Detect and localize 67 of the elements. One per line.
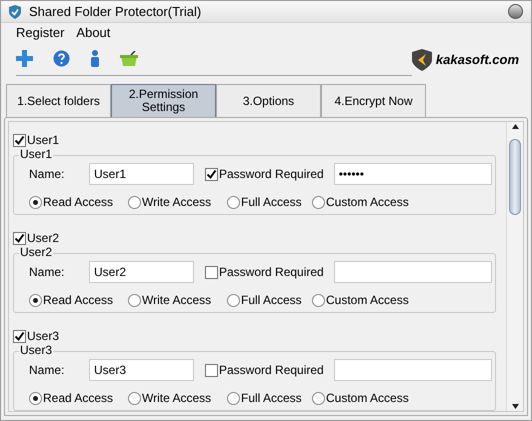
checkbox[interactable] xyxy=(13,330,26,342)
scroll-up-icon[interactable] xyxy=(512,124,518,129)
scrollbar[interactable] xyxy=(506,122,523,411)
person-icon[interactable] xyxy=(90,50,100,67)
radio-label[interactable]: Read Access xyxy=(43,291,114,309)
radio-button[interactable] xyxy=(227,294,240,306)
radio-label[interactable]: Read Access xyxy=(43,193,114,211)
checkbox-label[interactable]: Password Required xyxy=(219,361,324,379)
radio-button[interactable] xyxy=(312,392,325,404)
group-title: User1 xyxy=(19,147,54,161)
shield-icon xyxy=(9,4,21,18)
checkbox[interactable] xyxy=(205,168,218,180)
radio-label[interactable]: Custom Access xyxy=(326,193,409,211)
name-label: Name: xyxy=(29,362,66,379)
password-field[interactable]: •••••• xyxy=(334,163,492,185)
user-checkbox-label[interactable]: User1 xyxy=(27,131,60,149)
radio-label[interactable]: Full Access xyxy=(241,389,302,407)
user-checkbox-label[interactable]: User2 xyxy=(27,229,60,247)
logo-icon xyxy=(412,49,432,71)
radio-label[interactable]: Write Access xyxy=(142,291,212,309)
radio-label[interactable]: Write Access xyxy=(142,389,212,407)
radio-button[interactable] xyxy=(227,196,240,208)
password-field[interactable] xyxy=(334,261,492,283)
tab[interactable]: 2.Permission Settings xyxy=(111,84,216,117)
radio-button[interactable] xyxy=(29,392,42,404)
radio-label[interactable]: Full Access xyxy=(241,193,302,211)
tab[interactable]: 4.Encrypt Now xyxy=(321,84,426,117)
name-field[interactable]: User2 xyxy=(89,261,194,283)
radio-label[interactable]: Read Access xyxy=(43,389,114,407)
radio-button[interactable] xyxy=(312,196,325,208)
add-icon[interactable] xyxy=(16,50,33,67)
tab[interactable]: 1.Select folders xyxy=(6,84,111,117)
checkbox[interactable] xyxy=(13,232,26,244)
radio-button[interactable] xyxy=(29,294,42,306)
radio-button[interactable] xyxy=(29,196,42,208)
checkbox[interactable] xyxy=(205,266,218,278)
radio-label[interactable]: Full Access xyxy=(241,291,302,309)
name-field[interactable]: User1 xyxy=(89,163,194,185)
name-label: Name: xyxy=(29,264,66,281)
name-label: Name: xyxy=(29,166,66,183)
radio-button[interactable] xyxy=(128,392,141,404)
scroll-down-icon[interactable] xyxy=(512,404,518,409)
checkbox[interactable] xyxy=(13,134,26,146)
window-title: Shared Folder Protector(Trial) xyxy=(29,2,202,21)
radio-button[interactable] xyxy=(128,196,141,208)
radio-label[interactable]: Write Access xyxy=(142,193,212,211)
basket-icon[interactable] xyxy=(120,51,138,66)
checkbox-label[interactable]: Password Required xyxy=(219,263,324,281)
checkbox-label[interactable]: Password Required xyxy=(219,165,324,183)
radio-button[interactable] xyxy=(128,294,141,306)
radio-label[interactable]: Custom Access xyxy=(326,291,409,309)
menu-item[interactable]: About xyxy=(76,22,110,42)
radio-button[interactable] xyxy=(312,294,325,306)
user-checkbox-label[interactable]: User3 xyxy=(27,327,60,345)
name-field[interactable]: User3 xyxy=(89,359,194,381)
checkbox[interactable] xyxy=(205,364,218,376)
group-title: User3 xyxy=(19,343,54,357)
password-field[interactable] xyxy=(334,359,492,381)
group-title: User2 xyxy=(19,245,54,259)
menu-item[interactable]: Register xyxy=(16,22,64,42)
close-button[interactable] xyxy=(508,4,523,19)
help-icon[interactable] xyxy=(53,50,70,67)
radio-label[interactable]: Custom Access xyxy=(326,389,409,407)
brand-name: kakasoft.com xyxy=(436,51,519,70)
tab[interactable]: 3.Options xyxy=(216,84,321,117)
scroll-thumb[interactable] xyxy=(509,139,521,215)
radio-button[interactable] xyxy=(227,392,240,404)
